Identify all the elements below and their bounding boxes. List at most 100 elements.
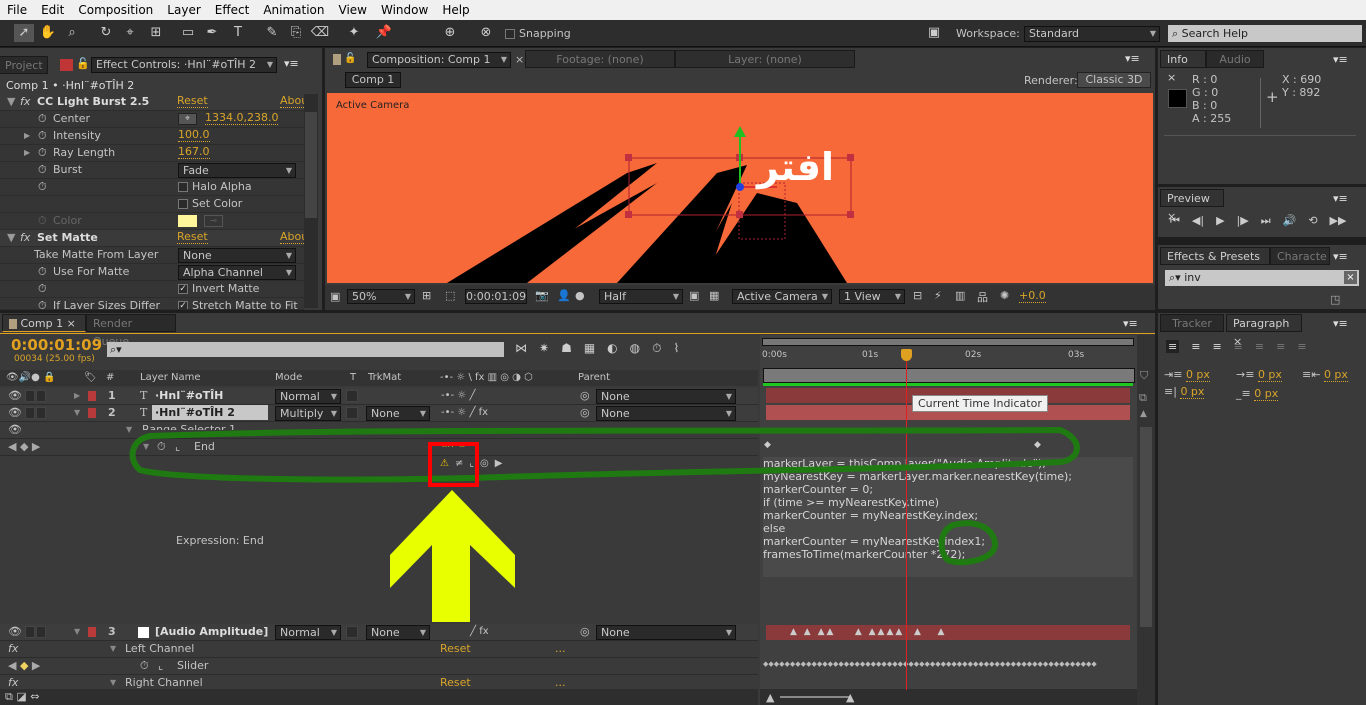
last-frame-icon[interactable]: ⏭: [1261, 214, 1271, 228]
tab-project[interactable]: Project: [0, 56, 48, 74]
stretch-matte-checkbox[interactable]: ✓ Stretch Matte to Fit: [178, 298, 298, 309]
use-for-matte-dropdown[interactable]: Alpha Channel: [178, 265, 296, 280]
collapse-icon[interactable]: ▼: [110, 641, 116, 657]
current-timecode[interactable]: 0:00:01:09: [11, 336, 102, 354]
tab-footage[interactable]: Footage: (none): [525, 50, 675, 68]
stopwatch-icon[interactable]: ⏱: [38, 128, 47, 144]
pixel-aspect-icon[interactable]: ⊟: [913, 289, 922, 302]
transform-handle[interactable]: [847, 154, 854, 161]
collapse-icon[interactable]: ▼: [126, 422, 132, 438]
panel-menu-icon[interactable]: ▾≡: [1333, 317, 1348, 330]
column-layer-name[interactable]: Layer Name: [140, 370, 201, 386]
current-time-field[interactable]: 0:00:01:09: [465, 289, 527, 304]
reset-link[interactable]: Reset: [177, 230, 208, 244]
tab-layer[interactable]: Layer: (none): [675, 50, 855, 68]
layer-label-color[interactable]: [88, 391, 96, 401]
pickwhip-icon[interactable]: ◎: [580, 405, 590, 421]
scrollbar-thumb[interactable]: [305, 112, 317, 218]
toggle-switches-icon[interactable]: ⧉ ◪ ⇔: [5, 690, 39, 704]
next-frame-icon[interactable]: |▶: [1237, 214, 1249, 228]
camera-tool-icon[interactable]: ⌖: [120, 24, 140, 42]
show-snapshot-icon[interactable]: 👤: [557, 289, 571, 302]
layer-name-field[interactable]: ·HnI¨#oTÎH 2: [152, 405, 268, 420]
trkmat-dropdown[interactable]: None: [366, 406, 430, 421]
clear-search-icon[interactable]: ×: [1344, 271, 1357, 284]
draft-3d-icon[interactable]: ✷: [539, 341, 549, 356]
trkmat-dropdown[interactable]: None: [366, 625, 430, 640]
effect-set-matte[interactable]: ▼ fx Set Matte Reset About: [0, 230, 304, 247]
about-link[interactable]: About: [280, 230, 304, 244]
reset-link[interactable]: Reset: [177, 94, 208, 108]
zoom-slider[interactable]: ▲ ▲: [760, 689, 1137, 705]
play-icon[interactable]: ▶: [1216, 214, 1224, 228]
space-before-value[interactable]: 0 px: [1180, 385, 1205, 399]
timeline-scrollbar[interactable]: ⛉ ⧉ ▲: [1137, 335, 1155, 705]
crosshair-icon[interactable]: ⌖: [178, 113, 197, 125]
effect-controls-scrollbar[interactable]: [304, 94, 318, 308]
transform-handle[interactable]: [625, 154, 632, 161]
graph-icon[interactable]: ⌞: [175, 439, 180, 455]
burst-dropdown[interactable]: Fade: [178, 163, 296, 178]
brush-tool-icon[interactable]: ✎: [262, 24, 282, 42]
selection-tool-icon[interactable]: ➚: [14, 24, 34, 42]
layer-row-2[interactable]: 👁 ▼ 2 T ·HnI¨#oTÎH 2 Multiply None -•- ☼…: [0, 405, 758, 422]
transform-handle[interactable]: [736, 211, 743, 218]
mode-dropdown[interactable]: Normal: [275, 389, 341, 404]
y-axis-arrow-icon[interactable]: [734, 126, 746, 137]
shy-icon[interactable]: ☗: [561, 341, 572, 356]
take-matte-dropdown[interactable]: None: [178, 248, 296, 263]
mode-dropdown[interactable]: Multiply: [275, 406, 341, 421]
justify-all-icon[interactable]: ≡: [1297, 340, 1306, 353]
new-folder-icon[interactable]: ◳: [1330, 293, 1340, 306]
work-area-navigator[interactable]: [762, 338, 1134, 346]
zoom-in-icon[interactable]: ▲: [846, 691, 854, 704]
indent-right-value[interactable]: 0 px: [1323, 368, 1348, 382]
set-color-checkbox[interactable]: Set Color: [178, 196, 242, 212]
ram-preview-icon[interactable]: ▶▶: [1330, 214, 1347, 228]
tab-tracker[interactable]: Tracker: [1160, 314, 1224, 332]
preserve-transparency[interactable]: [346, 407, 358, 419]
puppet-tool-icon[interactable]: 📌: [374, 24, 394, 42]
center-value[interactable]: 1334.0,238.0: [205, 111, 279, 125]
snapping-checkbox[interactable]: Snapping: [505, 27, 571, 40]
expand-icon[interactable]: ▶: [74, 388, 80, 404]
eye-icon[interactable]: 👁: [8, 624, 22, 640]
expand-icon[interactable]: ▶: [24, 128, 30, 144]
layer-row-1[interactable]: 👁 ▶ 1 T ·HnI¨#oTÎH Normal -•- ☼ ╱ ◎ None: [0, 388, 758, 405]
current-time-indicator-handle[interactable]: [901, 349, 912, 361]
keyframe-icon[interactable]: ◆: [1034, 440, 1041, 450]
effect-controls-tab-dropdown[interactable]: Effect Controls: ·HnI¨#oTÎH 2: [91, 57, 277, 73]
layer-name[interactable]: ·HnI¨#oTÎH: [155, 388, 223, 404]
graph-editor-icon[interactable]: ⌇: [674, 341, 680, 356]
eye-icon[interactable]: 👁: [8, 388, 22, 404]
brainstorm-icon[interactable]: ◍: [630, 341, 640, 356]
keyframe-icon[interactable]: ◆: [764, 440, 771, 450]
motion-blur-icon[interactable]: ◐: [607, 341, 617, 356]
stopwatch-icon[interactable]: ⏱: [38, 298, 47, 309]
pickwhip-icon[interactable]: ◎: [580, 624, 590, 640]
parent-dropdown[interactable]: None: [596, 406, 736, 421]
disclosure-triangle-icon[interactable]: ▼: [7, 230, 15, 246]
align-right-icon[interactable]: ≡: [1212, 340, 1221, 353]
previous-frame-icon[interactable]: ◀|: [1192, 214, 1204, 228]
work-area-bar[interactable]: [763, 368, 1135, 383]
stopwatch-icon[interactable]: ⏱: [38, 179, 47, 195]
disclosure-triangle-icon[interactable]: ▼: [7, 94, 15, 110]
tab-info[interactable]: Info ×: [1160, 50, 1206, 84]
anchor-point[interactable]: [736, 183, 744, 191]
renderer-button[interactable]: Classic 3D: [1077, 72, 1151, 88]
menu-effect[interactable]: Effect: [208, 3, 257, 17]
roto-brush-tool-icon[interactable]: ✦: [344, 24, 364, 42]
rotate-tool-icon[interactable]: ↻: [96, 24, 116, 42]
marker-icons[interactable]: ▲ ▲ ▲▲ ▲ ▲▲▲▲ ▲ ▲: [790, 627, 946, 637]
safe-zones-icon[interactable]: ⊞: [422, 289, 431, 302]
scroll-up-icon[interactable]: ▲: [1140, 409, 1147, 419]
stopwatch-icon[interactable]: ⏱: [38, 111, 47, 127]
mask-visibility-icon[interactable]: ⬚: [445, 289, 455, 302]
menu-composition[interactable]: Composition: [71, 3, 160, 17]
stopwatch-icon[interactable]: ⏱: [38, 145, 47, 161]
auto-keyframe-icon[interactable]: ⏱: [652, 341, 661, 356]
tab-comp-1[interactable]: Comp 1 ×: [2, 314, 86, 332]
zoom-tool-icon[interactable]: ⌕: [62, 24, 82, 42]
end-value[interactable]: 40 %: [442, 439, 465, 447]
